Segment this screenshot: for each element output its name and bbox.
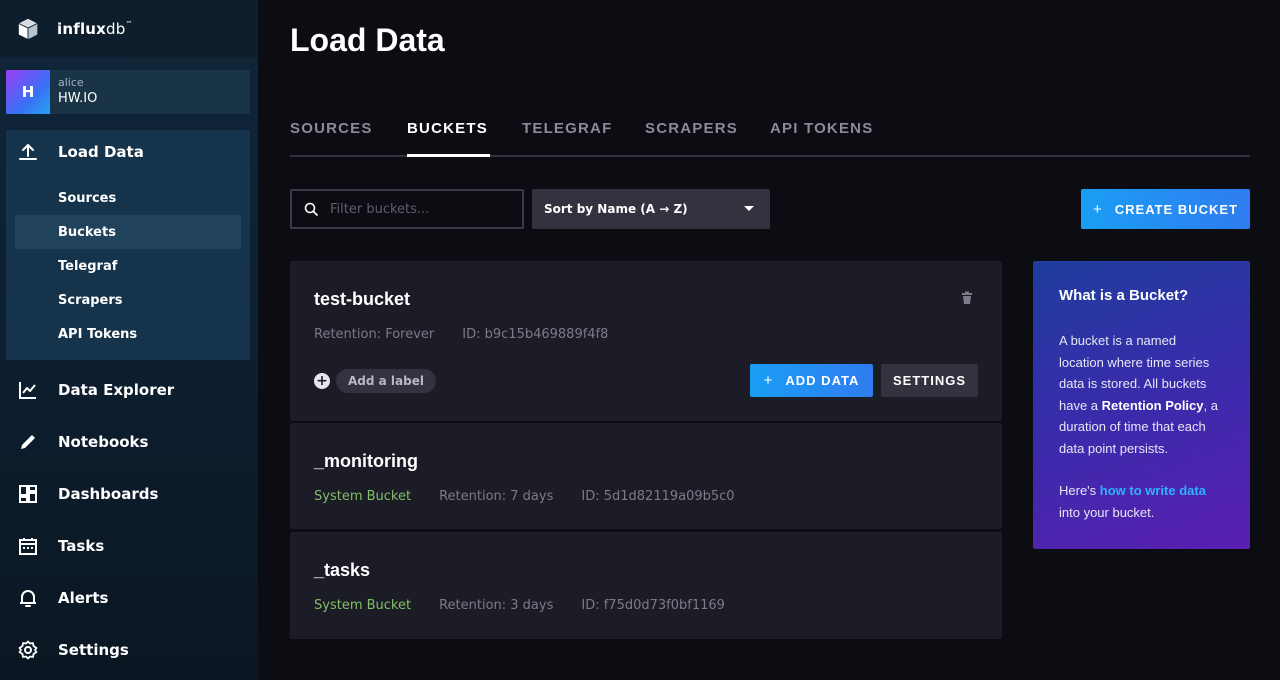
- sort-dropdown[interactable]: Sort by Name (A → Z): [532, 189, 770, 229]
- graph-icon: [18, 380, 38, 400]
- info-paragraph: Here's how to write data into your bucke…: [1059, 480, 1224, 523]
- settings-button[interactable]: SETTINGS: [881, 364, 978, 397]
- nav-label: Notebooks: [58, 433, 148, 451]
- caret-down-icon: [744, 206, 754, 211]
- calendar-icon: [18, 536, 38, 556]
- nav-item-notebooks[interactable]: Notebooks: [0, 422, 258, 462]
- page-title: Load Data: [290, 22, 445, 59]
- bucket-id: ID: b9c15b469889f4f8: [462, 327, 608, 342]
- bucket-card: test-bucket Retention: Forever ID: b9c15…: [290, 261, 1002, 421]
- add-data-button[interactable]: + ADD DATA: [750, 364, 873, 397]
- tab-api-tokens[interactable]: API TOKENS: [770, 120, 873, 137]
- nav-item-tasks[interactable]: Tasks: [0, 526, 258, 566]
- tab-buckets[interactable]: BUCKETS: [407, 120, 488, 137]
- sidebar-item-sources[interactable]: Sources: [15, 181, 241, 215]
- active-tab-indicator: [407, 154, 490, 157]
- bucket-meta: System Bucket Retention: 3 days ID: f75d…: [314, 598, 753, 613]
- nav-label: Data Explorer: [58, 381, 174, 399]
- retention: Retention: 7 days: [439, 489, 553, 504]
- write-data-link[interactable]: how to write data: [1100, 483, 1206, 498]
- nav-label: Settings: [58, 641, 129, 659]
- nav-item-load-data[interactable]: Load Data: [6, 130, 250, 174]
- plus-circle-icon: +: [314, 373, 330, 389]
- trash-icon[interactable]: [960, 291, 974, 305]
- sidebar-item-api-tokens[interactable]: API Tokens: [15, 317, 241, 351]
- nav-label: Alerts: [58, 589, 108, 607]
- bucket-meta: Retention: Forever ID: b9c15b469889f4f8: [314, 327, 636, 342]
- search-icon: [304, 202, 318, 216]
- brand[interactable]: influxdb™: [0, 0, 258, 58]
- avatar: H: [6, 70, 50, 114]
- tab-telegraf[interactable]: TELEGRAF: [522, 120, 612, 137]
- sidebar-item-buckets[interactable]: Buckets: [15, 215, 241, 249]
- bucket-name[interactable]: test-bucket: [314, 289, 410, 310]
- brand-name: influxdb™: [57, 20, 133, 38]
- create-bucket-button[interactable]: + CREATE BUCKET: [1081, 189, 1250, 229]
- nav-item-dashboards[interactable]: Dashboards: [0, 474, 258, 514]
- sidebar-item-scrapers[interactable]: Scrapers: [15, 283, 241, 317]
- tabs: SOURCES BUCKETS TELEGRAF SCRAPERS API TO…: [290, 110, 1250, 157]
- influxdb-logo-icon: [17, 18, 39, 40]
- system-bucket-tag: System Bucket: [314, 598, 411, 613]
- add-label[interactable]: + Add a label: [314, 369, 436, 393]
- nav-label: Dashboards: [58, 485, 158, 503]
- nav-label: Tasks: [58, 537, 104, 555]
- bucket-id: ID: 5d1d82119a09b5c0: [581, 489, 734, 504]
- retention: Retention: Forever: [314, 327, 434, 342]
- search-input[interactable]: [330, 202, 500, 217]
- nav-label: Load Data: [58, 143, 144, 161]
- sort-label: Sort by Name (A → Z): [544, 202, 688, 216]
- create-bucket-label: CREATE BUCKET: [1115, 202, 1238, 217]
- pencil-icon: [18, 432, 38, 452]
- nav-item-settings[interactable]: Settings: [0, 630, 258, 670]
- nav-item-data-explorer[interactable]: Data Explorer: [0, 370, 258, 410]
- plus-icon: +: [1093, 201, 1103, 218]
- info-title: What is a Bucket?: [1059, 287, 1224, 304]
- nav-item-alerts[interactable]: Alerts: [0, 578, 258, 618]
- org-switcher[interactable]: H alice HW.IO: [6, 70, 250, 114]
- sidebar-item-telegraf[interactable]: Telegraf: [15, 249, 241, 283]
- gear-icon: [18, 640, 38, 660]
- user-name: alice: [58, 76, 97, 90]
- add-data-label: ADD DATA: [785, 373, 859, 388]
- add-label-pill: Add a label: [336, 369, 436, 393]
- tab-scrapers[interactable]: SCRAPERS: [645, 120, 738, 137]
- sidebar: influxdb™ H alice HW.IO Load Data Source…: [0, 0, 258, 680]
- org-name: HW.IO: [58, 90, 97, 108]
- bucket-card: _monitoring System Bucket Retention: 7 d…: [290, 423, 1002, 529]
- tab-sources[interactable]: SOURCES: [290, 120, 373, 137]
- bell-icon: [18, 588, 38, 608]
- bucket-meta: System Bucket Retention: 7 days ID: 5d1d…: [314, 489, 763, 504]
- dashboards-icon: [18, 484, 38, 504]
- info-paragraph: A bucket is a named location where time …: [1059, 330, 1224, 459]
- retention: Retention: 3 days: [439, 598, 553, 613]
- system-bucket-tag: System Bucket: [314, 489, 411, 504]
- search-box: [290, 189, 524, 229]
- info-panel: What is a Bucket? A bucket is a named lo…: [1033, 261, 1250, 549]
- upload-icon: [18, 142, 38, 162]
- nav-group-load-data: Load Data Sources Buckets Telegraf Scrap…: [6, 130, 250, 360]
- bucket-name[interactable]: _tasks: [314, 560, 370, 581]
- plus-icon: +: [764, 372, 774, 389]
- bucket-id: ID: f75d0d73f0bf1169: [581, 598, 725, 613]
- bucket-card: _tasks System Bucket Retention: 3 days I…: [290, 532, 1002, 639]
- bucket-name[interactable]: _monitoring: [314, 451, 418, 472]
